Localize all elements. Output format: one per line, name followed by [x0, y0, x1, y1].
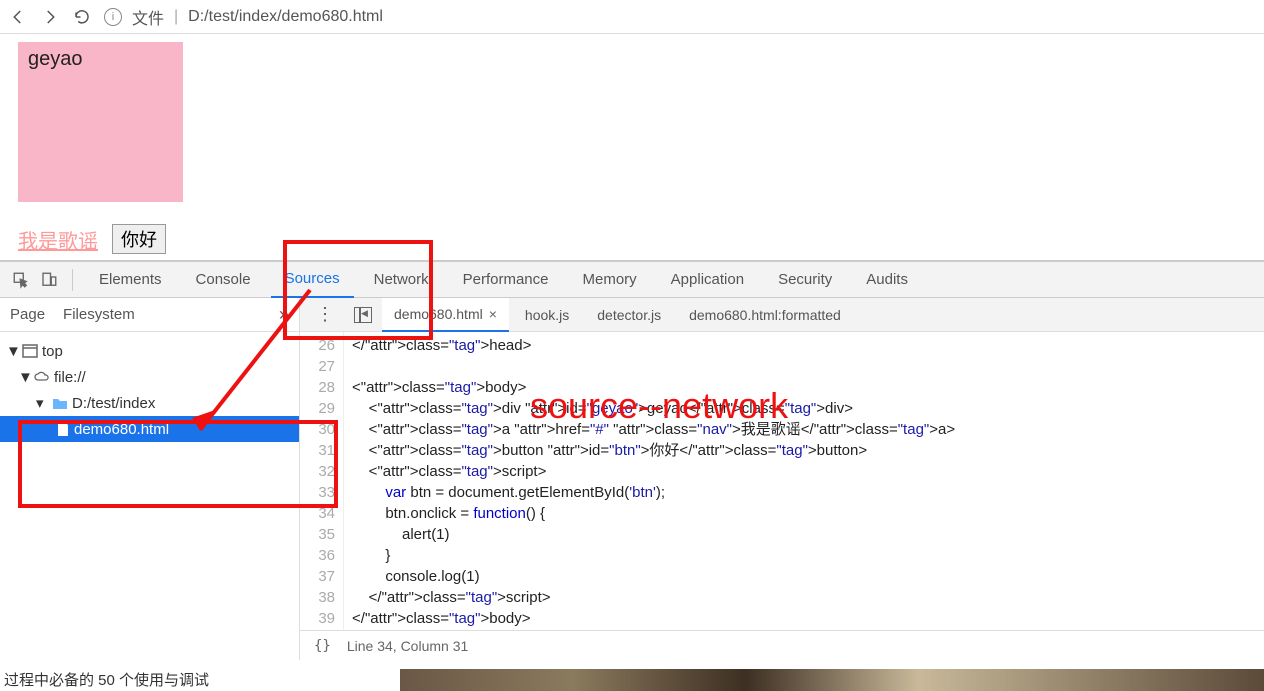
page-links-row: 我是歌谣 你好 — [18, 224, 1246, 254]
file-tab-formatted[interactable]: demo680.html:formatted — [677, 298, 853, 332]
close-icon[interactable]: × — [489, 306, 497, 322]
file-tabs: ⋮ demo680.html × hook.js detector.js demo… — [300, 298, 1264, 332]
nav-tab-more[interactable]: » — [279, 304, 289, 325]
devtools-panel: Elements Console Sources Network Perform… — [0, 260, 1264, 660]
forward-icon[interactable] — [40, 7, 60, 27]
tab-sources[interactable]: Sources — [271, 262, 354, 298]
tab-network[interactable]: Network — [360, 262, 443, 298]
toggle-navigator-icon[interactable] — [354, 307, 372, 323]
navigator-tabs: Page Filesystem » — [0, 298, 299, 332]
geyao-box: geyao — [18, 42, 183, 202]
kebab-icon[interactable]: ⋮ — [306, 304, 344, 325]
tree-top-label: top — [42, 343, 63, 360]
nav-tab-filesystem[interactable]: Filesystem — [63, 306, 135, 323]
file-tab-label: demo680.html — [394, 306, 483, 322]
file-tab-label: detector.js — [597, 307, 661, 323]
file-tab-detector[interactable]: detector.js — [585, 298, 673, 332]
sources-editor: ⋮ demo680.html × hook.js detector.js demo… — [300, 298, 1264, 660]
tree-folder[interactable]: ▾D:/test/index — [0, 390, 299, 416]
footer-thumbnails — [400, 669, 1264, 691]
hello-button[interactable]: 你好 — [112, 224, 166, 254]
cloud-icon — [34, 370, 50, 384]
geyao-text: geyao — [28, 48, 83, 70]
file-tab-demo680[interactable]: demo680.html × — [382, 298, 509, 332]
gutter: 2627282930313233343536373839 — [300, 332, 344, 630]
file-tree: ▼top ▼file:// ▾D:/test/index demo680.htm… — [0, 332, 299, 448]
pretty-print-icon[interactable]: {} — [314, 638, 331, 654]
url-divider: | — [174, 8, 178, 26]
tab-application[interactable]: Application — [657, 262, 758, 298]
sources-navigator: Page Filesystem » ▼top ▼file:// ▾D:/test… — [0, 298, 300, 660]
reload-icon[interactable] — [72, 7, 92, 27]
page-viewport: geyao 我是歌谣 你好 — [0, 34, 1264, 260]
tab-console[interactable]: Console — [182, 262, 265, 298]
tab-audits[interactable]: Audits — [852, 262, 922, 298]
file-tab-hook[interactable]: hook.js — [513, 298, 581, 332]
devtools-body: Page Filesystem » ▼top ▼file:// ▾D:/test… — [0, 298, 1264, 660]
tab-security[interactable]: Security — [764, 262, 846, 298]
device-icon[interactable] — [38, 269, 60, 291]
folder-icon — [52, 396, 68, 410]
nav-link[interactable]: 我是歌谣 — [18, 225, 98, 254]
editor-status-bar: {} Line 34, Column 31 — [300, 630, 1264, 660]
tree-top[interactable]: ▼top — [0, 338, 299, 364]
tree-file-selected[interactable]: demo680.html — [0, 416, 299, 442]
url-field[interactable]: i 文件 | D:/test/index/demo680.html — [104, 5, 1256, 29]
back-icon[interactable] — [8, 7, 28, 27]
devtools-tabs: Elements Console Sources Network Perform… — [0, 262, 1264, 298]
file-tab-label: hook.js — [525, 307, 569, 323]
tab-performance[interactable]: Performance — [449, 262, 563, 298]
tree-file-label: demo680.html — [74, 421, 169, 438]
cursor-position: Line 34, Column 31 — [347, 638, 468, 654]
frame-icon — [22, 344, 38, 358]
url-text: D:/test/index/demo680.html — [188, 8, 383, 26]
file-tab-label: demo680.html:formatted — [689, 307, 841, 323]
tab-memory[interactable]: Memory — [569, 262, 651, 298]
file-label: 文件 — [132, 5, 164, 29]
browser-address-bar: i 文件 | D:/test/index/demo680.html — [0, 0, 1264, 34]
tab-elements[interactable]: Elements — [85, 262, 176, 298]
tree-origin-label: file:// — [54, 369, 86, 386]
tab-divider — [72, 269, 73, 291]
inspect-icon[interactable] — [10, 269, 32, 291]
info-icon[interactable]: i — [104, 8, 122, 26]
footer-text: 过程中必备的 50 个使用与调试 — [0, 669, 213, 691]
code-lines[interactable]: </"attr">class="tag">head><"attr">class=… — [344, 332, 1264, 630]
tree-origin[interactable]: ▼file:// — [0, 364, 299, 390]
file-icon — [56, 421, 70, 437]
nav-tab-page[interactable]: Page — [10, 306, 45, 323]
code-editor[interactable]: 2627282930313233343536373839 </"attr">cl… — [300, 332, 1264, 630]
tree-folder-label: D:/test/index — [72, 395, 155, 412]
